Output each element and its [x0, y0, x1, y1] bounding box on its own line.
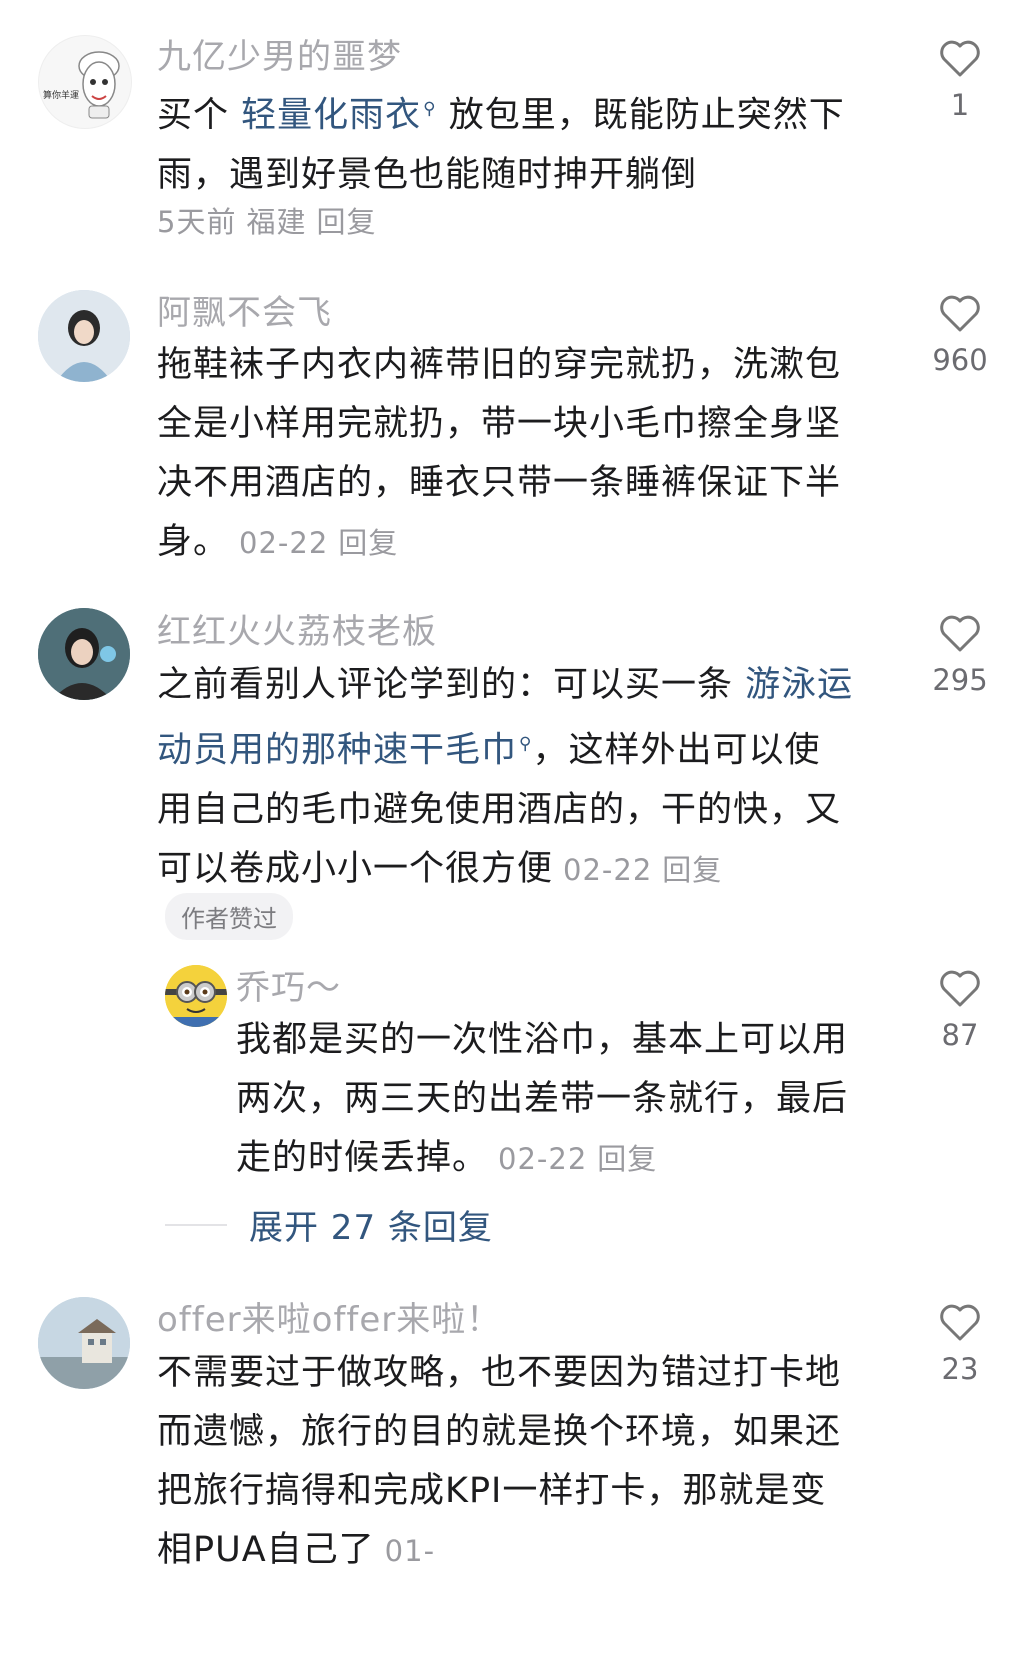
- comment-line: 我都是买的一次性浴巾，基本上可以用: [236, 1020, 849, 1060]
- text-segment: 相PUA自己了: [157, 1530, 375, 1570]
- photo-avatar-icon: [38, 290, 130, 382]
- minion-avatar-icon: [165, 965, 227, 1027]
- like-count: 1: [950, 88, 970, 122]
- search-link[interactable]: 动员用的那种速干毛巾: [157, 731, 517, 771]
- text-segment: 之前看别人评论学到的：可以买一条: [157, 665, 746, 705]
- comment-text: 不需要过于做攻略，也不要因为错过打卡地 而遗憾，旅行的目的就是换个环境，如果还 …: [157, 1344, 841, 1581]
- comment-line: 雨，遇到好景色也能随时抻开躺倒: [157, 154, 698, 195]
- comment-text: 买个 轻量化雨衣 ⚲ 放包里，既能防止突然下 雨，遇到好景色也能随时抻开躺倒: [157, 80, 845, 205]
- like-count: 295: [932, 663, 988, 697]
- like-count: 23: [941, 1352, 979, 1386]
- avatar[interactable]: [38, 290, 130, 382]
- avatar[interactable]: [38, 608, 130, 700]
- heart-outline-icon: [940, 615, 980, 652]
- text-segment: 买个: [157, 95, 242, 136]
- comment-line: 买个 轻量化雨衣 ⚲ 放包里，既能防止突然下: [157, 80, 845, 146]
- username[interactable]: 红红火火荔枝老板: [157, 612, 437, 652]
- comment-line: 用自己的毛巾避免使用酒店的，干的快，又: [157, 789, 842, 830]
- text-segment: ，这样外出可以使: [532, 730, 821, 771]
- comment-line: 全是小样用完就扔，带一块小毛巾擦全身坚: [157, 404, 842, 444]
- username[interactable]: 乔巧～: [236, 968, 341, 1008]
- heart-outline-icon: [940, 295, 980, 332]
- reply-button[interactable]: 回复: [338, 526, 398, 560]
- comment-line: 动员用的那种速干毛巾 ⚲，这样外出可以使: [157, 715, 853, 781]
- timestamp: 02-22: [563, 852, 653, 887]
- like-button[interactable]: 87: [925, 968, 995, 1052]
- timestamp: 02-22: [498, 1142, 588, 1176]
- comment-meta: 5天前 福建 回复: [157, 202, 386, 242]
- like-count: 960: [932, 343, 988, 377]
- comment-line: 拖鞋袜子内衣内裤带旧的穿完就扔，洗漱包: [157, 345, 842, 385]
- avatar-caption: 算你羊運: [43, 91, 80, 101]
- heart-outline-icon: [940, 1304, 980, 1341]
- sheep-avatar-icon: [78, 51, 120, 119]
- text-segment: 身。: [157, 522, 230, 562]
- text-segment: 放包里，既能防止突然下: [436, 95, 845, 136]
- avatar[interactable]: 算你羊運: [38, 35, 132, 129]
- author-liked-badge: 作者赞过: [165, 893, 293, 940]
- like-button[interactable]: 1: [925, 38, 995, 122]
- username[interactable]: 阿飘不会飞: [157, 293, 332, 333]
- username[interactable]: offer来啦offer来啦！: [157, 1300, 501, 1340]
- comment-text: 拖鞋袜子内衣内裤带旧的穿完就扔，洗漱包 全是小样用完就扔，带一块小毛巾擦全身坚 …: [157, 336, 841, 573]
- comment-line: 身。 02-22 回复: [157, 513, 841, 573]
- comment-line: 而遗憾，旅行的目的就是换个环境，如果还: [157, 1412, 842, 1452]
- heart-outline-icon: [940, 970, 980, 1007]
- reply-button[interactable]: 回复: [662, 853, 722, 887]
- comment-line: 决不用酒店的，睡衣只带一条睡裤保证下半: [157, 463, 842, 503]
- username[interactable]: 九亿少男的噩梦: [157, 37, 402, 77]
- reply-button[interactable]: 回复: [316, 205, 376, 239]
- like-button[interactable]: 295: [925, 613, 995, 697]
- photo-avatar-icon: [38, 1297, 130, 1389]
- like-button[interactable]: 23: [925, 1302, 995, 1386]
- search-mark-icon: ⚲: [519, 734, 533, 754]
- comment-text: 之前看别人评论学到的：可以买一条 游泳运 动员用的那种速干毛巾 ⚲，这样外出可以使…: [157, 656, 853, 900]
- search-mark-icon: ⚲: [423, 99, 437, 119]
- avatar[interactable]: [38, 1297, 130, 1389]
- comment-line: 之前看别人评论学到的：可以买一条 游泳运: [157, 656, 853, 715]
- like-button[interactable]: 960: [925, 293, 995, 377]
- expand-replies-button[interactable]: 展开 27 条回复: [165, 1200, 493, 1249]
- comment-line: 两次，两三天的出差带一条就行，最后: [236, 1079, 849, 1119]
- timestamp: 02-22: [239, 526, 329, 560]
- timestamp: 01-: [384, 1534, 436, 1568]
- divider: [165, 1223, 227, 1226]
- text-segment: 走的时候丢掉。: [236, 1138, 489, 1178]
- search-link[interactable]: 游泳运: [745, 665, 853, 705]
- timestamp: 5天前: [157, 205, 237, 239]
- reply-button[interactable]: 回复: [597, 1142, 657, 1176]
- photo-avatar-icon: [38, 608, 130, 700]
- text-segment: 可以卷成小小一个很方便: [157, 848, 554, 889]
- search-link[interactable]: 轻量化雨衣: [241, 96, 421, 136]
- expand-replies-label[interactable]: 展开 27 条回复: [249, 1200, 493, 1249]
- comment-line: 可以卷成小小一个很方便 02-22 回复: [157, 840, 853, 900]
- comment-line: 相PUA自己了 01-: [157, 1521, 841, 1581]
- location: 福建: [246, 205, 307, 239]
- comment-line: 走的时候丢掉。 02-22 回复: [236, 1129, 848, 1189]
- comment-line: 把旅行搞得和完成KPI一样打卡，那就是变: [157, 1471, 827, 1511]
- comment-text: 我都是买的一次性浴巾，基本上可以用 两次，两三天的出差带一条就行，最后 走的时候…: [236, 1011, 848, 1189]
- avatar[interactable]: [165, 965, 227, 1027]
- like-count: 87: [941, 1018, 979, 1052]
- heart-outline-icon: [940, 40, 980, 77]
- comment-line: 不需要过于做攻略，也不要因为错过打卡地: [157, 1353, 842, 1393]
